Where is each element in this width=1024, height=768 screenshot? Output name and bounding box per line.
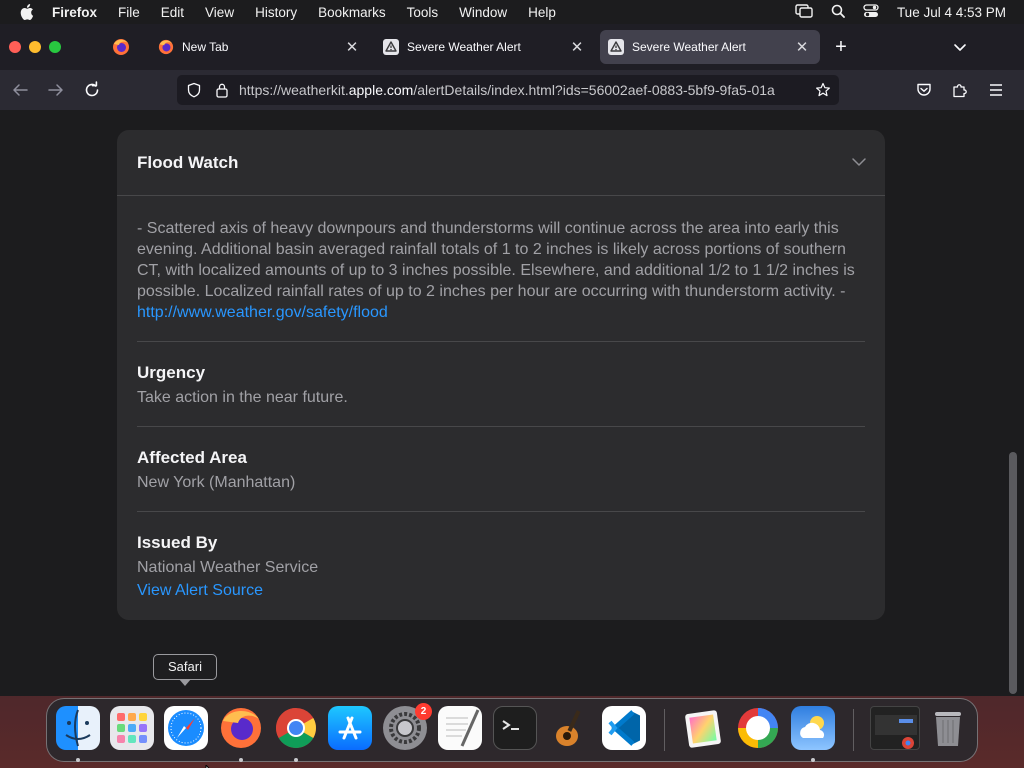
alert-card-header[interactable]: Flood Watch bbox=[117, 130, 885, 196]
running-indicator bbox=[76, 758, 80, 762]
spotlight-search-icon[interactable] bbox=[831, 4, 845, 21]
dock-separator bbox=[664, 709, 665, 751]
preview-icon[interactable] bbox=[681, 706, 725, 750]
warning-icon bbox=[608, 39, 624, 55]
menu-history[interactable]: History bbox=[255, 5, 297, 20]
firefox-icon[interactable] bbox=[219, 706, 263, 750]
chrome-icon[interactable] bbox=[274, 706, 318, 750]
terminal-icon[interactable] bbox=[493, 706, 537, 750]
dock-tooltip-arrow bbox=[179, 679, 191, 686]
reload-icon[interactable] bbox=[82, 80, 102, 100]
safari-icon[interactable] bbox=[164, 706, 208, 750]
running-indicator bbox=[239, 758, 243, 762]
tab-label: Severe Weather Alert bbox=[407, 40, 521, 54]
lock-icon[interactable] bbox=[215, 82, 229, 98]
running-indicator bbox=[294, 758, 298, 762]
tracking-protection-shield-icon[interactable] bbox=[186, 82, 202, 98]
close-tab-icon[interactable]: ✕ bbox=[344, 39, 360, 56]
window-controls bbox=[9, 41, 61, 53]
tab-new-tab[interactable]: New Tab ✕ bbox=[150, 30, 370, 64]
alert-description: - Scattered axis of heavy downpours and … bbox=[137, 220, 855, 321]
menu-view[interactable]: View bbox=[205, 5, 234, 20]
close-tab-icon[interactable]: ✕ bbox=[794, 39, 810, 56]
extensions-puzzle-icon[interactable] bbox=[950, 80, 970, 100]
url-domain: apple.com bbox=[348, 82, 414, 98]
flood-safety-link[interactable]: http://www.weather.gov/safety/flood bbox=[137, 304, 388, 321]
finder-icon[interactable] bbox=[56, 706, 100, 750]
close-window-button[interactable] bbox=[9, 41, 21, 53]
url-text[interactable]: https://weatherkit.apple.com/alertDetail… bbox=[239, 82, 805, 98]
notification-badge: 2 bbox=[415, 703, 432, 720]
menu-edit[interactable]: Edit bbox=[161, 5, 184, 20]
textedit-icon[interactable] bbox=[438, 706, 482, 750]
issued-by-heading: Issued By bbox=[137, 533, 218, 552]
alert-title: Flood Watch bbox=[137, 153, 239, 172]
url-bar[interactable]: https://weatherkit.apple.com/alertDetail… bbox=[177, 75, 839, 105]
weather-icon[interactable] bbox=[791, 706, 835, 750]
tab-severe-weather-alert-active[interactable]: Severe Weather Alert ✕ bbox=[600, 30, 820, 64]
dock-tooltip: Safari bbox=[153, 654, 217, 680]
launchpad-icon[interactable] bbox=[110, 706, 154, 750]
page-scrollbar-thumb[interactable] bbox=[1009, 452, 1017, 694]
affected-area-heading: Affected Area bbox=[137, 448, 247, 467]
warning-icon bbox=[383, 39, 399, 55]
tab-bar: New Tab ✕ Severe Weather Alert ✕ Severe … bbox=[0, 24, 1024, 70]
section-divider bbox=[137, 426, 865, 427]
view-alert-source-link[interactable]: View Alert Source bbox=[137, 582, 263, 600]
zoom-window-button[interactable] bbox=[49, 41, 61, 53]
pinned-tab-firefox-icon[interactable] bbox=[112, 38, 130, 56]
menu-app-name[interactable]: Firefox bbox=[52, 5, 97, 20]
close-tab-icon[interactable]: ✕ bbox=[569, 39, 585, 56]
vscode-icon[interactable] bbox=[602, 706, 646, 750]
tab-severe-weather-alert-1[interactable]: Severe Weather Alert ✕ bbox=[375, 30, 595, 64]
menu-clock[interactable]: Tue Jul 4 4:53 PM bbox=[897, 5, 1006, 20]
web-page-content: Flood Watch - Scattered axis of heavy do… bbox=[0, 110, 1017, 696]
garageband-icon[interactable] bbox=[547, 706, 591, 750]
apple-logo-icon[interactable] bbox=[18, 3, 36, 21]
chrome-window-thumbnail-icon[interactable] bbox=[870, 706, 920, 750]
running-indicator bbox=[811, 758, 815, 762]
menu-bar: Firefox File Edit View History Bookmarks… bbox=[0, 0, 1024, 24]
screen-mirroring-icon[interactable] bbox=[795, 3, 813, 21]
chevron-down-icon[interactable] bbox=[851, 154, 867, 170]
alert-card: Flood Watch - Scattered axis of heavy do… bbox=[117, 130, 885, 620]
app-store-icon[interactable] bbox=[328, 706, 372, 750]
section-divider bbox=[137, 341, 865, 342]
new-tab-plus-icon[interactable]: + bbox=[832, 37, 850, 57]
affected-area-value: New York (Manhattan) bbox=[137, 474, 296, 491]
dock-separator bbox=[853, 709, 854, 751]
tab-label: New Tab bbox=[182, 40, 229, 54]
urgency-value: Take action in the near future. bbox=[137, 389, 348, 406]
page-scrollbar-track[interactable] bbox=[1017, 110, 1024, 696]
back-arrow-icon[interactable] bbox=[10, 80, 30, 100]
menu-help[interactable]: Help bbox=[528, 5, 556, 20]
menu-bookmarks[interactable]: Bookmarks bbox=[318, 5, 386, 20]
menu-window[interactable]: Window bbox=[459, 5, 507, 20]
menu-tools[interactable]: Tools bbox=[407, 5, 439, 20]
tab-label: Severe Weather Alert bbox=[632, 40, 746, 54]
menu-file[interactable]: File bbox=[118, 5, 140, 20]
mouse-cursor-icon bbox=[205, 760, 215, 768]
dock: 2 bbox=[46, 698, 978, 762]
photo-booth-icon[interactable] bbox=[736, 706, 780, 750]
control-center-icon[interactable] bbox=[863, 3, 879, 21]
urgency-heading: Urgency bbox=[137, 363, 206, 382]
list-all-tabs-chevron-icon[interactable] bbox=[951, 38, 969, 56]
issued-by-value: National Weather Service bbox=[137, 559, 319, 576]
section-divider bbox=[137, 511, 865, 512]
pocket-icon[interactable] bbox=[914, 80, 934, 100]
forward-arrow-icon[interactable] bbox=[46, 80, 66, 100]
minimize-window-button[interactable] bbox=[29, 41, 41, 53]
navigation-toolbar: https://weatherkit.apple.com/alertDetail… bbox=[0, 70, 1024, 110]
bookmark-star-icon[interactable] bbox=[815, 82, 831, 98]
trash-icon[interactable] bbox=[926, 706, 970, 750]
hamburger-menu-icon[interactable] bbox=[986, 80, 1006, 100]
firefox-icon bbox=[158, 39, 174, 55]
